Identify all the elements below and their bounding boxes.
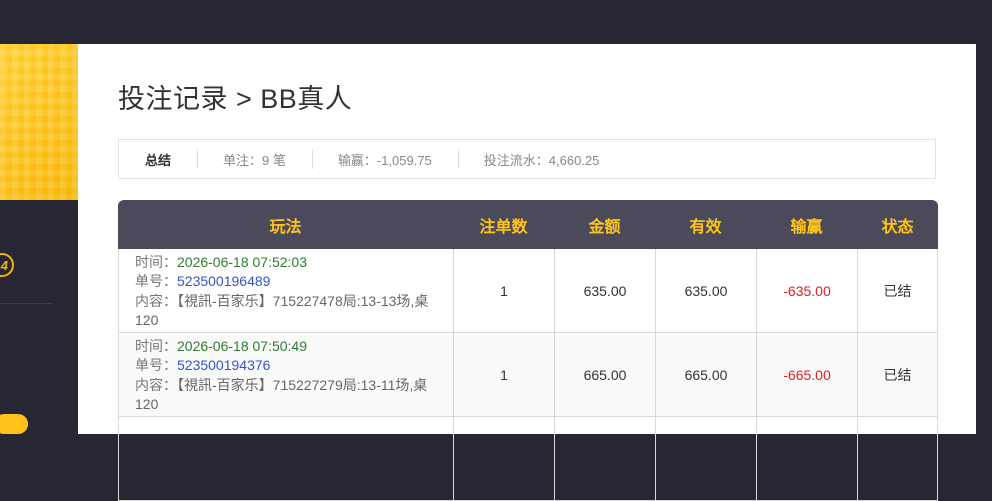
column-header-result: 输赢 (756, 200, 857, 249)
left-pill-button[interactable] (0, 414, 28, 434)
column-header-count: 注单数 (453, 200, 554, 249)
table-row: 时间：2026-06-18 07:50:49 单号：523500194376 内… (118, 333, 938, 417)
valid-amount (655, 417, 756, 501)
bet-count (453, 417, 554, 501)
left-divider (0, 303, 52, 304)
win-loss: -635.00 (756, 249, 857, 333)
bet-detail-cell: 时间：2026-06-18 07:52:03 单号：523500196489 内… (118, 249, 453, 333)
win-loss (756, 417, 857, 501)
bet-time: 2026-06-18 07:52:03 (177, 253, 307, 270)
left-badge-icon: 4 (0, 253, 14, 277)
summary-bar: 总结 单注：9 笔 输赢：-1,059.75 投注流水：4,660.25 (118, 139, 936, 179)
content-label: 内容： (135, 376, 177, 393)
bet-count: 1 (453, 249, 554, 333)
summary-turnover: 投注流水：4,660.25 (457, 148, 626, 169)
bet-time: 2026-06-18 07:50:49 (177, 337, 307, 354)
bet-status: 已结 (857, 333, 938, 417)
column-header-valid: 有效 (655, 200, 756, 249)
bet-amount: 635.00 (554, 249, 655, 333)
order-number: 523500194376 (177, 357, 271, 373)
time-label: 时间： (135, 337, 177, 354)
table-row (118, 417, 938, 501)
valid-amount: 635.00 (655, 249, 756, 333)
summary-count: 单注：9 笔 (197, 148, 312, 169)
column-header-game: 玩法 (118, 200, 453, 249)
win-loss: -665.00 (756, 333, 857, 417)
bet-content: 【視訊-百家乐】715227279局:13-11场,桌120 (135, 376, 428, 413)
left-banner (0, 44, 78, 200)
order-number: 523500196489 (177, 273, 271, 289)
bet-amount: 665.00 (554, 333, 655, 417)
bet-status (857, 417, 938, 501)
summary-label: 总结 (145, 152, 172, 168)
summary-profit: 输赢：-1,059.75 (311, 148, 458, 169)
order-label: 单号： (135, 273, 177, 289)
bet-detail-cell (118, 417, 453, 501)
time-label: 时间： (135, 253, 177, 270)
order-label: 单号： (135, 357, 177, 373)
bet-amount (554, 417, 655, 501)
content-label: 内容： (135, 292, 177, 309)
bet-status: 已结 (857, 249, 938, 333)
main-panel: 投注记录 > BB真人 总结 单注：9 笔 输赢：-1,059.75 投注流水：… (78, 44, 976, 501)
valid-amount: 665.00 (655, 333, 756, 417)
column-header-amount: 金额 (554, 200, 655, 249)
table-header-row: 玩法 注单数 金额 有效 输赢 状态 (118, 200, 938, 249)
bet-detail-cell: 时间：2026-06-18 07:50:49 单号：523500194376 内… (118, 333, 453, 417)
table-row: 时间：2026-06-18 07:52:03 单号：523500196489 内… (118, 249, 938, 333)
column-header-status: 状态 (857, 200, 938, 249)
bet-count: 1 (453, 333, 554, 417)
page-title: 投注记录 > BB真人 (118, 84, 353, 114)
bet-content: 【視訊-百家乐】715227478局:13-13场,桌120 (135, 292, 429, 329)
records-table: 玩法 注单数 金额 有效 输赢 状态 时间：2026-06-18 07:52:0… (118, 200, 938, 501)
